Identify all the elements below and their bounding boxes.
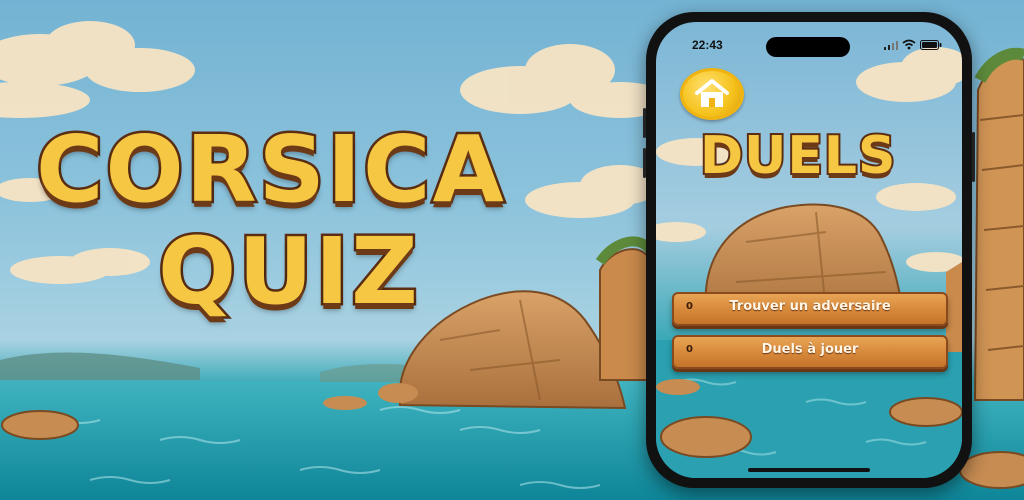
find-opponent-label: Trouver un adversaire xyxy=(729,299,891,314)
find-opponent-button[interactable]: 0 Trouver un adversaire xyxy=(672,292,948,326)
game-title-line1: CORSICA xyxy=(34,114,507,226)
duels-to-play-button[interactable]: 0 Duels à jouer xyxy=(672,335,948,369)
phone-screen: 22:43 DUELS 0 Trouver un adversaire 0 Du… xyxy=(656,22,962,478)
duels-to-play-label: Duels à jouer xyxy=(761,342,859,357)
battery-icon xyxy=(920,40,942,50)
dynamic-island xyxy=(766,37,850,57)
signal-icon xyxy=(884,41,898,50)
wifi-icon xyxy=(902,39,916,50)
volume-up-button xyxy=(643,108,646,138)
home-indicator[interactable] xyxy=(748,468,870,472)
home-button[interactable] xyxy=(680,68,744,120)
volume-down-button xyxy=(643,148,646,178)
house-icon xyxy=(695,79,729,107)
status-bar: 22:43 xyxy=(656,22,962,62)
game-title-line2: QUIZ xyxy=(156,216,421,328)
power-button xyxy=(972,132,975,182)
promo-banner: CORSICA QUIZ 22:43 DUELS 0 Trouver un ad… xyxy=(0,0,1024,500)
screen-title: DUELS xyxy=(698,124,897,188)
phone-frame: 22:43 DUELS 0 Trouver un adversaire 0 Du… xyxy=(643,12,975,488)
status-time: 22:43 xyxy=(692,38,723,52)
